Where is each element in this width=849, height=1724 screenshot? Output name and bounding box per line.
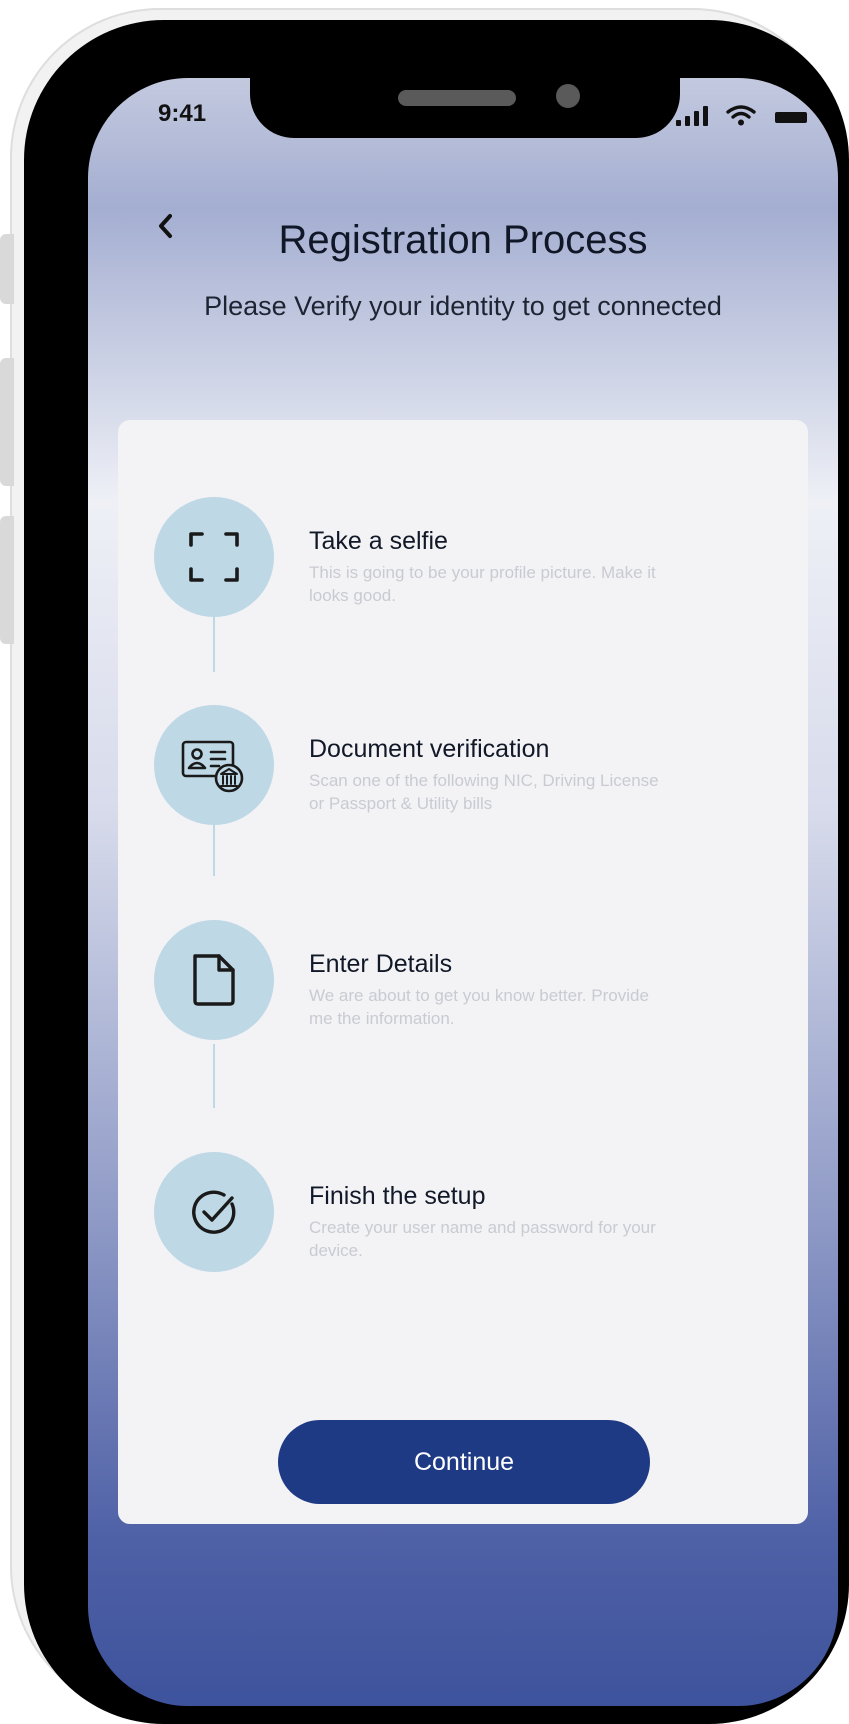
phone-frame: 9:41 Registration Process Please Verify … [24, 20, 849, 1724]
status-time: 9:41 [158, 100, 207, 127]
device-volume-down-button [0, 516, 14, 644]
step-icon-circle [154, 705, 274, 825]
scan-frame-icon [189, 532, 239, 582]
status-icons [676, 100, 810, 126]
continue-button[interactable]: Continue [278, 1420, 650, 1504]
battery-icon [775, 112, 807, 123]
step-finish-setup: Finish the setup Create your user name a… [154, 1152, 774, 1272]
step-icon-circle [154, 1152, 274, 1272]
notch [250, 78, 680, 138]
step-description: This is going to be your profile picture… [309, 563, 656, 605]
page-title: Registration Process [278, 218, 648, 262]
step-title: Finish the setup [309, 1182, 486, 1210]
step-enter-details: Enter Details We are about to get you kn… [154, 920, 774, 1040]
device-volume-up-button [0, 358, 14, 486]
device-mute-switch [0, 234, 14, 304]
registration-steps-card: Take a selfie This is going to be your p… [118, 420, 808, 1524]
earpiece-speaker [398, 90, 516, 106]
step-take-selfie: Take a selfie This is going to be your p… [154, 497, 774, 617]
cellular-signal-icon [676, 106, 708, 126]
step-title: Enter Details [309, 950, 453, 978]
page-subtitle: Please Verify your identity to get conne… [204, 291, 722, 321]
id-document-icon [181, 740, 244, 793]
front-camera [556, 84, 580, 108]
step-description: Scan one of the following NIC, Driving L… [309, 771, 659, 813]
step-description: Create your user name and password for y… [309, 1218, 656, 1260]
file-icon [193, 954, 235, 1006]
step-title: Document verification [309, 735, 550, 763]
step-title: Take a selfie [309, 527, 448, 555]
phone-screen: 9:41 Registration Process Please Verify … [88, 78, 838, 1706]
step-icon-circle [154, 497, 274, 617]
wifi-icon [726, 105, 756, 126]
step-document-verification: Document verification Scan one of the fo… [154, 705, 774, 825]
step-description: We are about to get you know better. Pro… [309, 986, 649, 1028]
step-connector [213, 1044, 215, 1108]
step-icon-circle [154, 920, 274, 1040]
step-connector [213, 608, 215, 672]
check-circle-icon [192, 1190, 236, 1234]
